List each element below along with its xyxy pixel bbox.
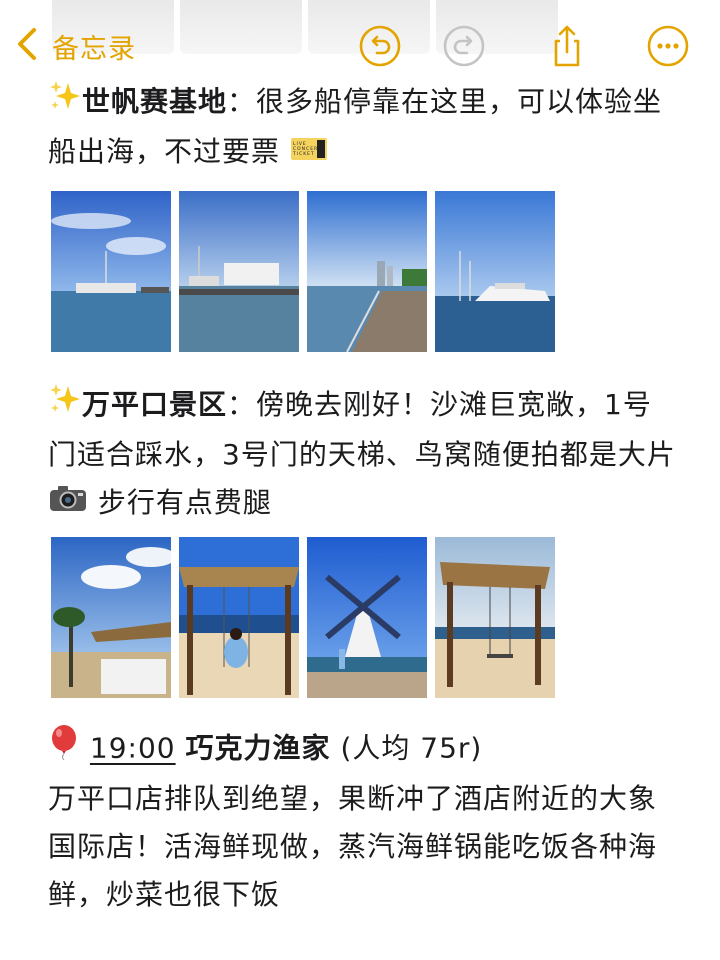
separator: ： (227, 85, 257, 118)
beach-hut-photo[interactable] (51, 537, 171, 698)
swing-girl-photo[interactable] (179, 537, 299, 698)
beach-swing-photo[interactable] (435, 537, 555, 698)
back-button[interactable]: 备忘录 (12, 22, 136, 70)
section-body: 步行有点费腿 (97, 485, 272, 519)
boardwalk-photo[interactable] (307, 191, 427, 352)
ticket-text: TICKET (292, 151, 315, 157)
thumbnail-strip (180, 0, 302, 54)
note-section-sailing-base: 世帆赛基地：很多船停靠在这里，可以体验坐船出海，不过要票 LIVE CONCERT… (48, 78, 678, 177)
note-section-dinner: 19:00 巧克力渔家 (人均 75r) 万平口店排队到绝望，果断冲了酒店附近的… (48, 724, 678, 919)
chevron-left-icon (12, 24, 42, 68)
section-title: 万平口景区 (82, 388, 228, 421)
separator: ： (227, 388, 257, 421)
photo-row-beach (51, 537, 555, 698)
sparkles-icon (48, 382, 82, 431)
marina-yachts-photo[interactable] (179, 191, 299, 352)
ticket-icon: LIVE CONCERT TICKET (290, 129, 328, 177)
price: (人均 75r) (340, 731, 483, 765)
section-title: 世帆赛基地 (82, 85, 228, 118)
share-icon[interactable] (545, 24, 589, 68)
camera-icon (48, 480, 88, 528)
back-label: 备忘录 (52, 33, 136, 65)
windmill-photo[interactable] (307, 537, 427, 698)
undo-icon[interactable] (358, 24, 402, 68)
sparkles-icon (48, 79, 82, 128)
photo-row-sailing (51, 191, 555, 352)
marina-boats-photo[interactable] (51, 191, 171, 352)
yacht-photo[interactable] (435, 191, 555, 352)
more-icon[interactable] (646, 24, 690, 68)
balloon-icon (48, 724, 80, 775)
redo-icon[interactable] (442, 24, 486, 68)
section-body: 万平口店排队到绝望，果断冲了酒店附近的大象国际店！活海鲜现做，蒸汽海鲜锅能吃饭各… (48, 782, 658, 911)
time-link[interactable]: 19:00 (90, 732, 176, 765)
note-section-wanpingkou: 万平口景区：傍晚去刚好！沙滩巨宽敞，1号门适合踩水，3号门的天梯、鸟窝随便拍都是… (48, 381, 678, 528)
section-title: 巧克力渔家 (185, 731, 331, 765)
